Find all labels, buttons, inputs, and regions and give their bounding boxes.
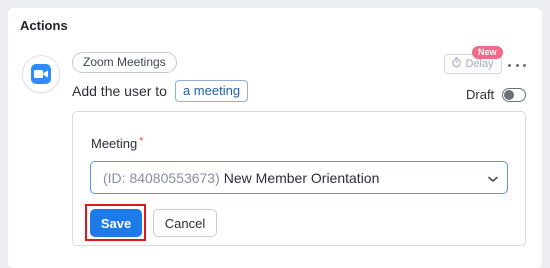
draft-label: Draft	[466, 87, 495, 102]
delay-label: Delay	[465, 58, 494, 70]
section-title: Actions	[20, 18, 68, 33]
step-description: Add the user to a meeting	[72, 79, 249, 103]
meeting-token[interactable]: a meeting	[174, 80, 249, 102]
meeting-label-text: Meeting	[91, 136, 138, 151]
selected-meeting-name: New Member Orientation	[223, 169, 380, 186]
meeting-form-card: Meeting * (ID: 84080553673) New Member Or…	[72, 111, 526, 246]
draft-toggle[interactable]	[502, 87, 527, 102]
more-horizontal-icon[interactable]	[508, 60, 526, 70]
cancel-button[interactable]: Cancel	[153, 209, 217, 237]
chevron-down-icon	[487, 172, 499, 184]
selected-meeting-id: (ID: 84080553673)	[103, 169, 220, 186]
draft-toggle-row: Draft	[466, 87, 527, 102]
zoom-camera-icon	[31, 64, 51, 84]
new-badge: New	[472, 46, 503, 59]
app-icon-container	[22, 55, 60, 93]
meeting-field-label: Meeting *	[91, 136, 143, 151]
meeting-select[interactable]: (ID: 84080553673) New Member Orientation	[90, 161, 508, 194]
app-name-chip[interactable]: Zoom Meetings	[72, 52, 177, 73]
toggle-knob	[504, 89, 515, 100]
stopwatch-icon	[452, 57, 462, 71]
actions-panel: Actions Zoom Meetings Add the user to a …	[8, 8, 542, 268]
save-button[interactable]: Save	[90, 209, 142, 237]
step-description-text: Add the user to	[72, 83, 167, 99]
required-mark: *	[139, 136, 144, 147]
